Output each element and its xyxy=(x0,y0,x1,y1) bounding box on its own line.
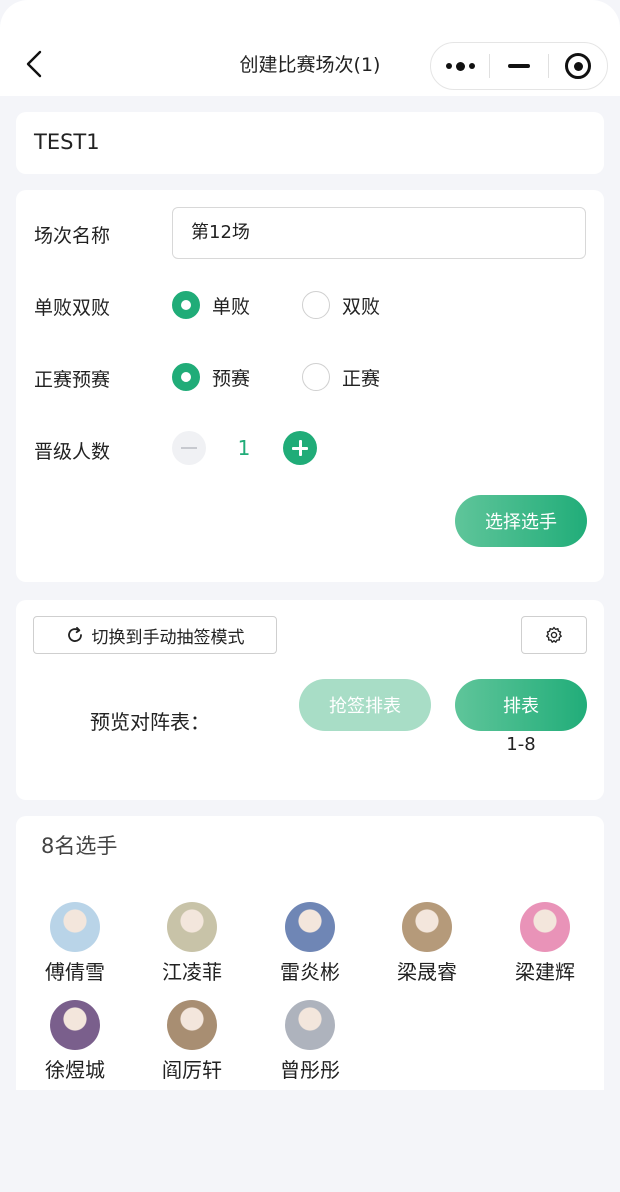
select-players-button[interactable]: 选择选手 xyxy=(455,495,587,547)
close-program-button[interactable] xyxy=(549,43,607,89)
avatar xyxy=(285,902,335,952)
session-name-label: 场次名称 xyxy=(34,225,111,247)
bracket-range: 1-8 xyxy=(506,734,536,755)
radio-preliminary[interactable]: 预赛 xyxy=(172,363,250,391)
avatar xyxy=(50,902,100,952)
players-card: 8名选手 傅倩雪 江凌菲 雷炎彬 梁晟睿 梁建辉 徐煜城 阎厉轩 曾彤彤 xyxy=(16,816,604,1090)
schedule-button[interactable]: 排表 xyxy=(455,679,587,731)
player-name: 梁建辉 xyxy=(515,960,575,984)
player-name: 梁晟睿 xyxy=(397,960,457,984)
decrement-button[interactable] xyxy=(172,431,206,465)
minimize-button[interactable] xyxy=(490,43,548,89)
player-name: 阎厉轩 xyxy=(162,1058,222,1082)
player-item[interactable]: 雷炎彬 xyxy=(255,902,365,985)
session-form-card: 场次名称 第12场 单败双败 单败 双败 正赛预赛 预赛 正赛 晋级人数 1 选… xyxy=(16,190,604,582)
player-item[interactable]: 傅倩雪 xyxy=(20,902,130,985)
nav-bar: 创建比赛场次(1) xyxy=(0,0,620,96)
player-item[interactable]: 梁建辉 xyxy=(490,902,600,985)
elimination-label: 单败双败 xyxy=(34,297,111,319)
radio-label: 正赛 xyxy=(342,367,381,390)
players-count-title: 8名选手 xyxy=(41,834,118,858)
radio-main-event[interactable]: 正赛 xyxy=(302,363,380,391)
player-name: 江凌菲 xyxy=(162,960,222,984)
target-circle-icon xyxy=(565,53,591,79)
more-button[interactable] xyxy=(431,43,489,89)
player-name: 徐煜城 xyxy=(45,1058,105,1082)
avatar xyxy=(50,1000,100,1050)
avatar xyxy=(167,902,217,952)
avatar xyxy=(402,902,452,952)
radio-single-elimination[interactable]: 单败 xyxy=(172,291,250,319)
settings-button[interactable] xyxy=(521,616,587,654)
advance-count-label: 晋级人数 xyxy=(34,441,111,463)
preview-bracket-label: 预览对阵表： xyxy=(90,710,210,734)
advance-count-value: 1 xyxy=(237,436,251,460)
switch-manual-draw-label: 切换到手动抽签模式 xyxy=(91,627,245,648)
grab-draw-button[interactable]: 抢签排表 xyxy=(299,679,431,731)
radio-unchecked-icon xyxy=(302,363,330,391)
player-item[interactable]: 曾彤彤 xyxy=(255,1000,365,1083)
player-name: 曾彤彤 xyxy=(280,1058,340,1082)
minus-icon xyxy=(181,447,197,449)
radio-checked-icon xyxy=(172,291,200,319)
switch-manual-draw-button[interactable]: 切换到手动抽签模式 xyxy=(33,616,277,654)
avatar xyxy=(285,1000,335,1050)
avatar xyxy=(167,1000,217,1050)
draw-card: 切换到手动抽签模式 预览对阵表： 抢签排表 排表 1-8 xyxy=(16,600,604,800)
stage-label: 正赛预赛 xyxy=(34,369,111,391)
radio-label: 预赛 xyxy=(212,367,251,390)
radio-checked-icon xyxy=(172,363,200,391)
radio-double-elimination[interactable]: 双败 xyxy=(302,291,380,319)
player-item[interactable]: 梁晟睿 xyxy=(372,902,482,985)
radio-label: 单败 xyxy=(212,295,251,318)
gear-icon xyxy=(546,626,562,643)
player-item[interactable]: 阎厉轩 xyxy=(137,1000,247,1083)
player-name: 雷炎彬 xyxy=(280,960,340,984)
radio-unchecked-icon xyxy=(302,291,330,319)
event-title: TEST1 xyxy=(34,130,100,154)
radio-label: 双败 xyxy=(342,295,381,318)
mini-program-capsule xyxy=(430,42,608,90)
player-item[interactable]: 徐煜城 xyxy=(20,1000,130,1083)
refresh-icon xyxy=(67,626,82,642)
player-item[interactable]: 江凌菲 xyxy=(137,902,247,985)
event-title-card: TEST1 xyxy=(16,112,604,174)
avatar xyxy=(520,902,570,952)
player-name: 傅倩雪 xyxy=(45,960,105,984)
increment-button[interactable] xyxy=(283,431,317,465)
session-name-input[interactable]: 第12场 xyxy=(172,207,586,259)
minimize-icon xyxy=(508,64,530,68)
more-dots-icon xyxy=(445,61,475,71)
